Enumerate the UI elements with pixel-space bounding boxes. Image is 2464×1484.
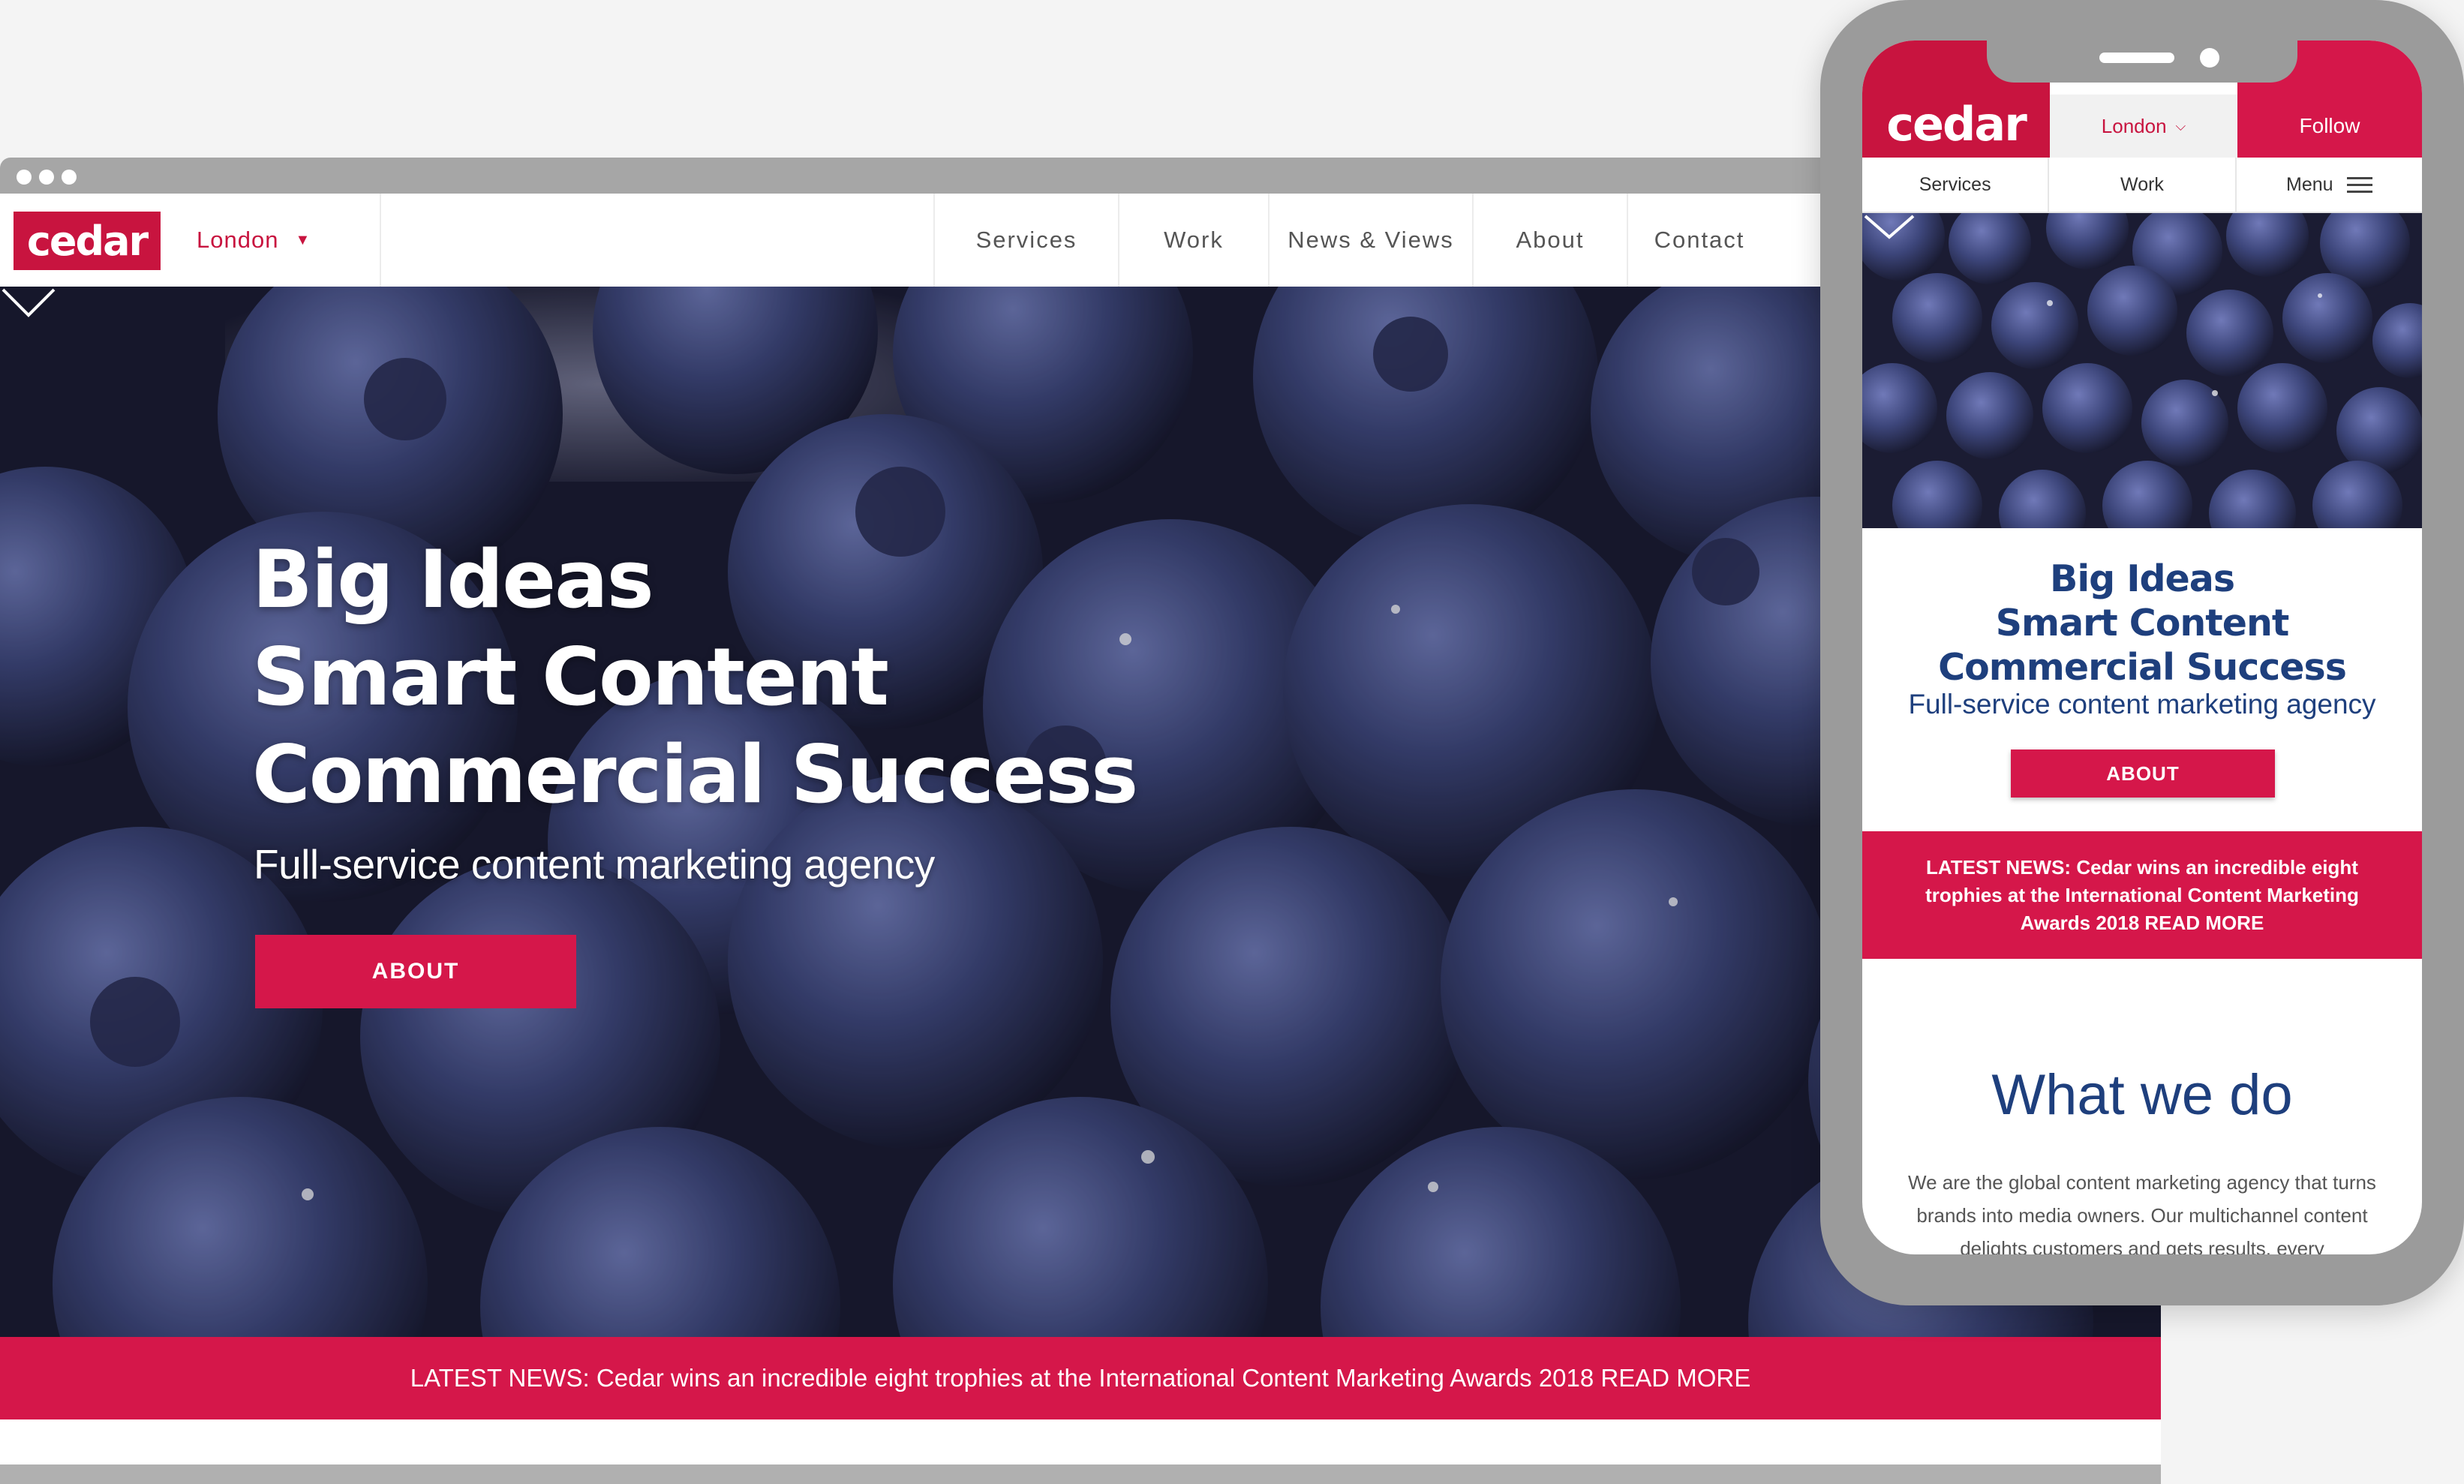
chevron-down-icon: ▼ <box>295 231 311 248</box>
chevron-down-icon[interactable] <box>0 287 57 320</box>
city-selector[interactable]: London ▼ <box>197 224 311 257</box>
mobile-hero-title: Big Ideas Smart Content Commercial Succe… <box>1862 557 2422 689</box>
nav-item-work[interactable]: Work <box>2049 158 2237 212</box>
what-we-do-heading: What we do <box>1991 1063 2293 1127</box>
latest-news-banner[interactable]: LATEST NEWS: Cedar wins an incredible ei… <box>0 1337 2161 1419</box>
blueberries-hero-image <box>1862 213 2422 528</box>
hero-title-line: Big Ideas <box>252 533 654 626</box>
city-selector-label: London <box>2101 114 2167 137</box>
nav-item-menu[interactable]: Menu <box>2237 158 2422 212</box>
mobile-hero-image <box>1862 213 2422 528</box>
speaker-grille <box>2099 53 2174 63</box>
phone-notch <box>1987 41 2297 83</box>
front-camera <box>2200 48 2219 68</box>
mobile-screen: cedar London ⌵ Follow Services Work Menu <box>1862 41 2422 1254</box>
hero-title-line: Smart Content <box>1995 602 2290 644</box>
chevron-down-icon[interactable] <box>1862 213 1916 242</box>
hero-title: Big Ideas Smart Content Commercial Succe… <box>252 531 1138 824</box>
hero-title-line: Smart Content <box>252 631 889 723</box>
main-nav: Services Work News & Views About Contact <box>933 194 1771 287</box>
header-divider <box>380 194 381 287</box>
what-we-do-text: We are the global content marketing agen… <box>1908 1171 2376 1254</box>
window-maximize-dot[interactable] <box>62 170 77 185</box>
browser-bottom-edge <box>0 1464 2161 1484</box>
city-selector[interactable]: London ⌵ <box>2050 95 2237 158</box>
nav-item-work[interactable]: Work <box>1118 194 1268 287</box>
latest-news-banner[interactable]: LATEST NEWS: Cedar wins an incredible ei… <box>1862 831 2422 959</box>
city-selector-label: London <box>197 227 279 253</box>
hamburger-menu-icon <box>2346 176 2372 194</box>
hero-title-line: Commercial Success <box>252 728 1138 821</box>
mobile-nav: Services Work Menu <box>1862 158 2422 213</box>
about-button[interactable]: ABOUT <box>2011 750 2275 798</box>
nav-item-services[interactable]: Services <box>933 194 1118 287</box>
mobile-phone-mockup: cedar London ⌵ Follow Services Work Menu <box>1820 0 2464 1305</box>
hero-title-line: Big Ideas <box>2049 557 2235 600</box>
cedar-logo[interactable]: cedar <box>14 212 161 270</box>
nav-item-contact[interactable]: Contact <box>1627 194 1771 287</box>
nav-item-about[interactable]: About <box>1472 194 1627 287</box>
hero-subtitle: Full-service content marketing agency <box>254 841 935 888</box>
about-button[interactable]: ABOUT <box>255 935 576 1008</box>
window-close-dot[interactable] <box>17 170 32 185</box>
mobile-hero-subtitle: Full-service content marketing agency <box>1908 689 2376 719</box>
menu-label: Menu <box>2286 173 2333 195</box>
window-minimize-dot[interactable] <box>39 170 54 185</box>
nav-item-services[interactable]: Services <box>1862 158 2050 212</box>
hero-title-line: Commercial Success <box>1938 646 2347 689</box>
chevron-down-icon: ⌵ <box>2175 118 2186 134</box>
nav-item-news-views[interactable]: News & Views <box>1268 194 1472 287</box>
